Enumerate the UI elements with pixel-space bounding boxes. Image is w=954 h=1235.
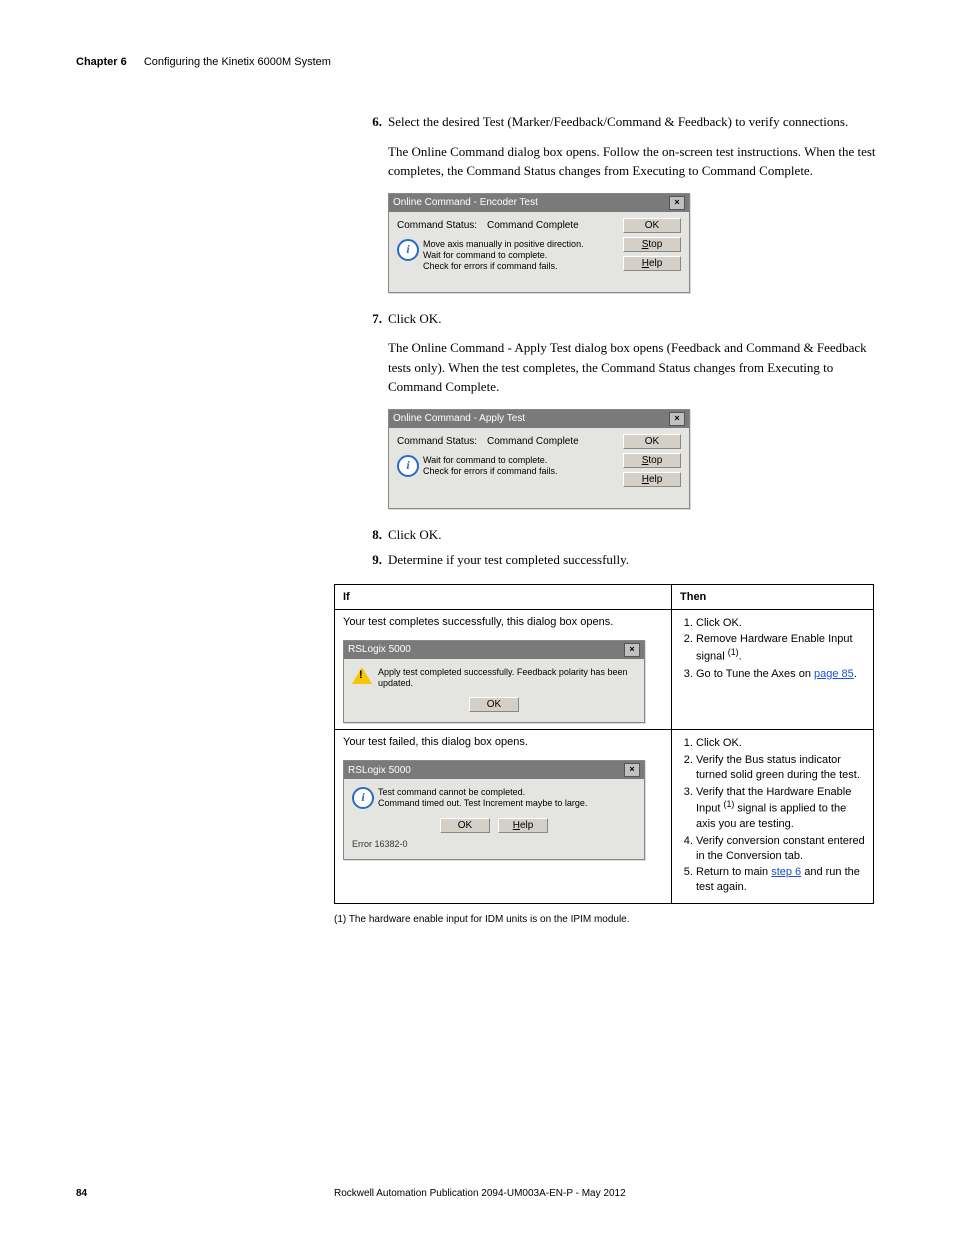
page-footer: 84 Rockwell Automation Publication 2094-… <box>76 1188 878 1199</box>
help-button[interactable]: Help <box>623 472 681 487</box>
dialog-title-text: RSLogix 5000 <box>348 765 411 776</box>
close-icon[interactable]: × <box>669 412 685 426</box>
step-6-para: The Online Command dialog box opens. Fol… <box>388 142 876 181</box>
dialog-titlebar: Online Command - Apply Test × <box>389 410 689 428</box>
ok-button[interactable]: OK <box>469 697 519 712</box>
dialog-title-text: Online Command - Apply Test <box>393 413 525 424</box>
step-8: 8. Click OK. <box>360 525 876 545</box>
list-item: Go to Tune the Axes on page 85. <box>696 667 865 682</box>
status-value: Command Complete <box>487 436 579 447</box>
then-list: Click OK. Verify the Bus status indicato… <box>680 736 865 895</box>
ok-button[interactable]: OK <box>440 818 490 833</box>
error-label: Error 16382-0 <box>352 839 636 849</box>
dialog-titlebar: Online Command - Encoder Test × <box>389 194 689 212</box>
msgbox-success: RSLogix 5000 × Apply test completed succ… <box>343 640 645 724</box>
table-row: Your test failed, this dialog box opens.… <box>335 730 874 904</box>
if-then-table: If Then Your test completes successfully… <box>334 584 874 905</box>
step-7-para: The Online Command - Apply Test dialog b… <box>388 338 876 397</box>
dialog-apply-test: Online Command - Apply Test × Command St… <box>388 409 690 509</box>
row2-if-text: Your test failed, this dialog box opens. <box>343 736 663 748</box>
publication-id: Rockwell Automation Publication 2094-UM0… <box>334 1188 626 1199</box>
dialog-title-text: Online Command - Encoder Test <box>393 197 538 208</box>
step-text: Click OK. <box>382 525 876 545</box>
list-item: Verify the Bus status indicator turned s… <box>696 753 865 783</box>
col-if: If <box>335 584 672 609</box>
list-item: Click OK. <box>696 616 865 631</box>
table-row: Your test completes successfully, this d… <box>335 609 874 730</box>
page-link[interactable]: page 85 <box>814 668 854 680</box>
ok-button[interactable]: OK <box>623 218 681 233</box>
step-number: 7. <box>360 309 382 329</box>
dialog-title-text: RSLogix 5000 <box>348 644 411 655</box>
step-9: 9. Determine if your test completed succ… <box>360 550 876 570</box>
help-button[interactable]: Help <box>498 818 548 833</box>
list-item: Click OK. <box>696 736 865 751</box>
step-link[interactable]: step 6 <box>771 866 801 878</box>
chapter-label: Chapter 6 <box>76 56 127 68</box>
step-number: 9. <box>360 550 382 570</box>
stop-button[interactable]: Stop <box>623 453 681 468</box>
step-text: Determine if your test completed success… <box>382 550 876 570</box>
stop-button[interactable]: Stop <box>623 237 681 252</box>
warning-icon <box>352 667 374 687</box>
info-icon: i <box>397 239 419 261</box>
step-number: 8. <box>360 525 382 545</box>
close-icon[interactable]: × <box>669 196 685 210</box>
dialog-titlebar: RSLogix 5000 × <box>344 641 644 659</box>
dialog-message: Wait for command to complete. Check for … <box>423 455 558 478</box>
col-then: Then <box>672 584 874 609</box>
step-text: Select the desired Test (Marker/Feedback… <box>382 112 876 132</box>
dialog-message: Move axis manually in positive direction… <box>423 239 584 273</box>
status-label: Command Status: <box>397 436 487 447</box>
list-item: Verify that the Hardware Enable Input (1… <box>696 785 865 832</box>
help-button[interactable]: Help <box>623 256 681 271</box>
list-item: Return to main step 6 and run the test a… <box>696 865 865 895</box>
footnote: (1) The hardware enable input for IDM un… <box>334 914 876 925</box>
step-6: 6. Select the desired Test (Marker/Feedb… <box>360 112 876 132</box>
chapter-title: Configuring the Kinetix 6000M System <box>144 56 331 68</box>
msgbox-fail: RSLogix 5000 × i Test command cannot be … <box>343 760 645 860</box>
list-item: Remove Hardware Enable Input signal (1). <box>696 632 865 664</box>
row1-if-text: Your test completes successfully, this d… <box>343 616 663 628</box>
status-label: Command Status: <box>397 220 487 231</box>
running-header: Chapter 6 Configuring the Kinetix 6000M … <box>76 56 878 68</box>
page-number: 84 <box>76 1188 334 1199</box>
dialog-message: Test command cannot be completed. Comman… <box>378 787 587 810</box>
ok-button[interactable]: OK <box>623 434 681 449</box>
close-icon[interactable]: × <box>624 643 640 657</box>
step-7: 7. Click OK. <box>360 309 876 329</box>
list-item: Verify conversion constant entered in th… <box>696 834 865 864</box>
status-value: Command Complete <box>487 220 579 231</box>
step-text: Click OK. <box>382 309 876 329</box>
info-icon: i <box>352 787 374 809</box>
dialog-encoder-test: Online Command - Encoder Test × Command … <box>388 193 690 293</box>
info-icon: i <box>397 455 419 477</box>
then-list: Click OK. Remove Hardware Enable Input s… <box>680 616 865 682</box>
dialog-message: Apply test completed successfully. Feedb… <box>378 667 636 690</box>
close-icon[interactable]: × <box>624 763 640 777</box>
dialog-titlebar: RSLogix 5000 × <box>344 761 644 779</box>
step-number: 6. <box>360 112 382 132</box>
